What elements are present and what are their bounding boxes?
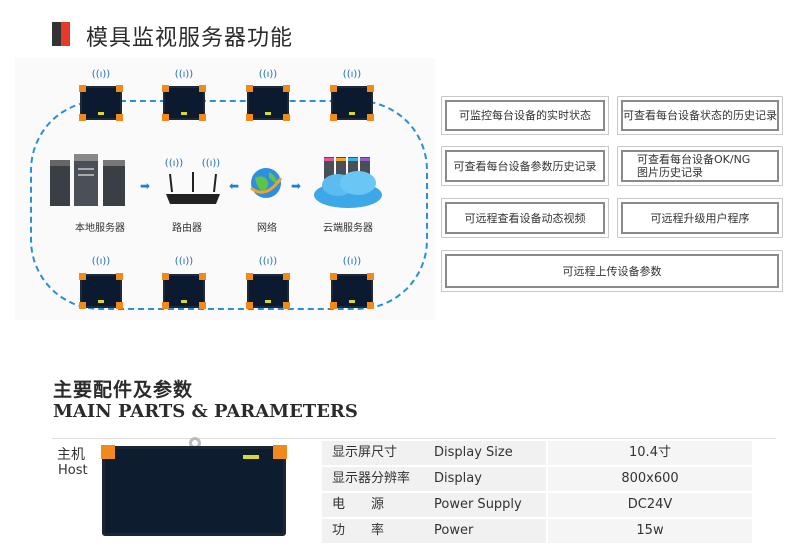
router-icon [162, 172, 224, 206]
title-accent-bar-red [61, 22, 70, 46]
section-title: 模具监视服务器功能 [86, 26, 294, 51]
wifi-icon: ((ı)) [342, 256, 362, 267]
table-row: 电 源 Power Supply DC24V [322, 493, 752, 519]
table-top-divider [52, 438, 776, 439]
feature-text: 可查看每台设备参数历史记录 [445, 150, 605, 182]
monitor-icon [246, 273, 290, 309]
feature-box: 可远程升级用户程序 [617, 198, 783, 238]
parameters-title-en: MAIN PARTS & PARAMETERS [53, 401, 358, 422]
wifi-icon: ((ı)) [258, 256, 278, 267]
wifi-icon: ((ı)) [174, 69, 194, 80]
node-label-network: 网络 [257, 223, 277, 234]
host-monitor-image [101, 445, 287, 536]
wifi-icon: ((ı)) [342, 69, 362, 80]
param-value: DC24V [548, 493, 752, 517]
feature-box: 可远程上传设备参数 [441, 250, 783, 292]
wifi-icon: ((ı)) [91, 69, 111, 80]
wifi-icon: ((ı)) [258, 69, 278, 80]
feature-box: 可查看每台设备OK/NG 图片历史记录 [617, 146, 783, 186]
feature-text: 可远程升级用户程序 [621, 202, 779, 234]
cloud-server-icon [310, 155, 386, 213]
monitor-icon [79, 273, 123, 309]
param-name-en: Power [425, 519, 546, 543]
monitor-icon [330, 273, 374, 309]
feature-text: 可查看每台设备OK/NG 图片历史记录 [621, 150, 779, 182]
parameters-title-cn: 主要配件及参数 [53, 379, 194, 401]
feature-text: 可远程查看设备动态视频 [445, 202, 605, 234]
wifi-icon: ((ı)) [174, 256, 194, 267]
monitor-icon [79, 85, 123, 121]
param-value: 800x600 [548, 467, 752, 491]
wifi-icon: ((ı)) [91, 256, 111, 267]
wifi-icon: ((ı)) [201, 158, 221, 169]
title-accent-bar-dark [52, 22, 61, 46]
feature-text: 可监控每台设备的实时状态 [445, 100, 605, 131]
table-row: 显示屏尺寸 Display Size 10.4寸 [322, 441, 752, 467]
param-name-cn: 显示器分辨率 [322, 467, 432, 491]
host-label-en: Host [58, 463, 88, 478]
parameters-table: 显示屏尺寸 Display Size 10.4寸 显示器分辨率 Display … [322, 441, 752, 543]
globe-icon [249, 166, 283, 200]
table-row: 显示器分辨率 Display resolution 800x600 [322, 467, 752, 510]
feature-text: 可远程上传设备参数 [445, 254, 779, 288]
feature-box: 可查看每台设备状态的历史记录 [617, 96, 783, 135]
monitor-icon [330, 85, 374, 121]
node-label-cloud-server: 云端服务器 [323, 223, 373, 234]
param-name-cn: 电 源 [322, 493, 432, 517]
param-name-cn: 功 率 [322, 519, 432, 543]
param-name-en: Display resolution [425, 467, 546, 510]
feature-box: 可远程查看设备动态视频 [441, 198, 609, 238]
feature-box: 可查看每台设备参数历史记录 [441, 146, 609, 186]
arrow-left-icon: ⬅ [229, 179, 240, 193]
feature-box: 可监控每台设备的实时状态 [441, 96, 609, 135]
param-value: 10.4寸 [548, 441, 752, 465]
feature-text: 可查看每台设备状态的历史记录 [621, 100, 779, 131]
monitor-icon [162, 85, 206, 121]
table-row: 功 率 Power 15w [322, 519, 752, 545]
param-name-en: Display Size [425, 441, 546, 465]
monitor-icon [162, 273, 206, 309]
wifi-icon: ((ı)) [164, 158, 184, 169]
host-label-cn: 主机 [57, 447, 85, 463]
node-label-local-server: 本地服务器 [75, 223, 125, 234]
param-name-cn: 显示屏尺寸 [322, 441, 432, 465]
arrow-right-icon: ➡ [291, 179, 302, 193]
server-tower-icon [48, 150, 133, 210]
arrow-right-icon: ➡ [140, 179, 151, 193]
param-name-en: Power Supply [425, 493, 546, 517]
param-value: 15w [548, 519, 752, 543]
monitor-icon [246, 85, 290, 121]
node-label-router: 路由器 [172, 223, 202, 234]
